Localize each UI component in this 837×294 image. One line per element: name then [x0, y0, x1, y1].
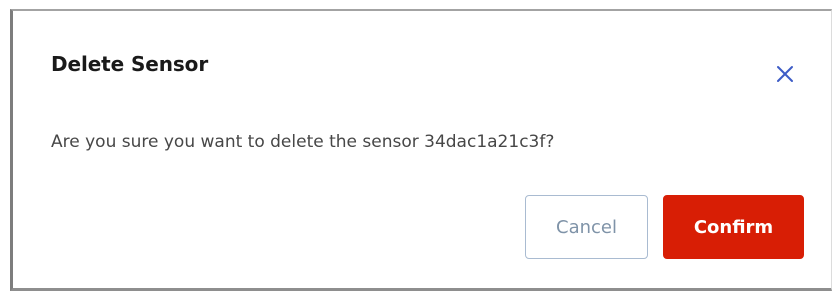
dialog-message: Are you sure you want to delete the sens… — [51, 132, 555, 152]
close-button[interactable] — [771, 60, 799, 88]
dialog-title: Delete Sensor — [51, 52, 209, 76]
cancel-button[interactable]: Cancel — [525, 195, 648, 259]
close-icon — [775, 64, 795, 84]
confirm-button[interactable]: Confirm — [663, 195, 804, 259]
page-backdrop: Delete Sensor Are you sure you want to d… — [0, 0, 837, 294]
delete-sensor-dialog: Delete Sensor Are you sure you want to d… — [10, 9, 832, 291]
